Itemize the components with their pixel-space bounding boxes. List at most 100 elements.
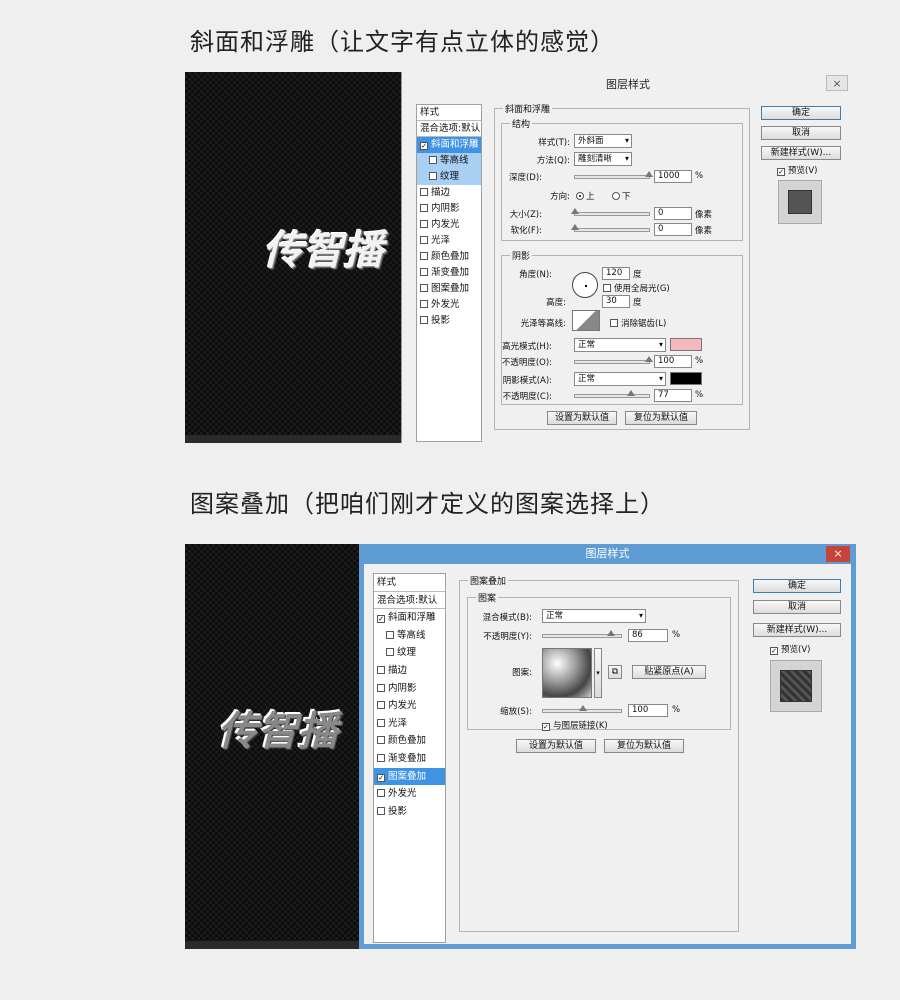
- style-list-header[interactable]: 样式: [417, 105, 481, 121]
- style-item-outer-glow[interactable]: 外发光: [417, 297, 481, 313]
- style-item-texture[interactable]: 纹理: [417, 169, 481, 185]
- style-item-drop-shadow[interactable]: 投影: [374, 803, 445, 821]
- shadow-color-swatch[interactable]: [670, 372, 702, 385]
- style-item-satin[interactable]: 光泽: [417, 233, 481, 249]
- size-slider[interactable]: [571, 208, 650, 216]
- pattern-dropdown-icon[interactable]: ▾: [594, 648, 602, 698]
- checkbox-icon[interactable]: [429, 156, 437, 164]
- depth-slider[interactable]: [574, 171, 653, 179]
- style-item-stroke[interactable]: 描边: [417, 185, 481, 201]
- new-preset-icon[interactable]: ⧉: [608, 665, 622, 679]
- angle-field[interactable]: 120: [602, 267, 630, 280]
- checkbox-icon[interactable]: [377, 683, 385, 692]
- checkbox-checked-icon[interactable]: ✓: [542, 723, 550, 731]
- checkbox-icon[interactable]: [377, 789, 385, 798]
- direction-up-option[interactable]: 上: [576, 190, 595, 202]
- close-button[interactable]: ×: [826, 75, 848, 91]
- slider-thumb-icon[interactable]: [579, 705, 587, 711]
- checkbox-icon[interactable]: [377, 736, 385, 745]
- preview-option[interactable]: ✓ 预览(V): [777, 164, 817, 176]
- cancel-button[interactable]: 取消: [761, 126, 841, 140]
- antialias-option[interactable]: 消除锯齿(L): [610, 317, 666, 329]
- style-item-inner-glow[interactable]: 内发光: [417, 217, 481, 233]
- checkbox-icon[interactable]: [420, 252, 428, 260]
- preview-option[interactable]: ✓ 预览(V): [770, 643, 810, 655]
- depth-field[interactable]: 1000: [654, 170, 692, 183]
- ok-button[interactable]: 确定: [761, 106, 841, 120]
- opacity-field-1[interactable]: 100: [654, 355, 692, 368]
- checkbox-icon[interactable]: [420, 188, 428, 196]
- style-item-satin[interactable]: 光泽: [374, 715, 445, 733]
- angle-dial-icon[interactable]: [572, 272, 598, 298]
- checkbox-checked-icon[interactable]: ✓: [377, 773, 385, 782]
- direction-down-option[interactable]: 下: [612, 190, 631, 202]
- slider-thumb-icon[interactable]: [571, 208, 579, 214]
- gloss-contour-picker[interactable]: [572, 310, 600, 331]
- slider-thumb-icon[interactable]: [627, 390, 635, 396]
- shadow-mode-select[interactable]: 正常: [574, 372, 666, 386]
- slider-thumb-icon[interactable]: [607, 630, 615, 636]
- link-with-layer-option[interactable]: ✓ 与图层链接(K): [542, 719, 608, 731]
- checkbox-icon[interactable]: [420, 316, 428, 324]
- size-field[interactable]: 0: [654, 207, 692, 220]
- style-item-contour[interactable]: 等高线: [417, 153, 481, 169]
- checkbox-icon[interactable]: [386, 630, 394, 639]
- checkbox-icon[interactable]: [420, 236, 428, 244]
- style-list-header[interactable]: 样式: [374, 574, 445, 592]
- style-item-gradient-overlay[interactable]: 渐变叠加: [374, 750, 445, 768]
- checkbox-icon[interactable]: [377, 665, 385, 674]
- opacity-field-2[interactable]: 77: [654, 389, 692, 402]
- checkbox-icon[interactable]: [610, 319, 618, 327]
- blend-mode-select[interactable]: 正常: [542, 609, 646, 623]
- style-item-pattern-overlay[interactable]: ✓ 图案叠加: [374, 767, 445, 786]
- style-item-bevel-emboss[interactable]: ✓ 斜面和浮雕: [417, 137, 481, 153]
- checkbox-checked-icon[interactable]: ✓: [777, 168, 785, 176]
- style-list-blend-options[interactable]: 混合选项:默认: [417, 121, 481, 137]
- new-style-button[interactable]: 新建样式(W)...: [753, 623, 841, 637]
- opacity-field[interactable]: 86: [628, 629, 668, 642]
- reset-default-button[interactable]: 复位为默认值: [625, 411, 697, 425]
- opacity-slider[interactable]: [542, 630, 622, 638]
- style-select[interactable]: 外斜面: [574, 134, 632, 148]
- checkbox-icon[interactable]: [420, 268, 428, 276]
- checkbox-icon[interactable]: [377, 753, 385, 762]
- radio-icon[interactable]: [612, 192, 620, 200]
- style-item-drop-shadow[interactable]: 投影: [417, 313, 481, 329]
- style-item-outer-glow[interactable]: 外发光: [374, 785, 445, 803]
- soften-slider[interactable]: [571, 224, 650, 232]
- checkbox-icon[interactable]: [420, 220, 428, 228]
- method-select[interactable]: 雕刻清晰: [574, 152, 632, 166]
- new-style-button[interactable]: 新建样式(W)...: [761, 146, 841, 160]
- ok-button[interactable]: 确定: [753, 579, 841, 593]
- soften-field[interactable]: 0: [654, 223, 692, 236]
- style-item-color-overlay[interactable]: 颜色叠加: [417, 249, 481, 265]
- checkbox-icon[interactable]: [603, 284, 611, 292]
- opacity-slider-2[interactable]: [574, 390, 650, 398]
- style-item-texture[interactable]: 纹理: [374, 644, 445, 662]
- checkbox-icon[interactable]: [386, 648, 394, 657]
- cancel-button[interactable]: 取消: [753, 600, 841, 614]
- style-item-bevel-emboss[interactable]: ✓ 斜面和浮雕: [374, 609, 445, 627]
- checkbox-icon[interactable]: [377, 718, 385, 727]
- slider-thumb-icon[interactable]: [645, 356, 653, 362]
- style-item-pattern-overlay[interactable]: 图案叠加: [417, 281, 481, 297]
- slider-thumb-icon[interactable]: [571, 224, 579, 230]
- slider-thumb-icon[interactable]: [645, 171, 653, 177]
- style-item-stroke[interactable]: 描边: [374, 662, 445, 680]
- highlight-color-swatch[interactable]: [670, 338, 702, 351]
- style-item-contour[interactable]: 等高线: [374, 627, 445, 645]
- checkbox-icon[interactable]: [420, 300, 428, 308]
- style-item-gradient-overlay[interactable]: 渐变叠加: [417, 265, 481, 281]
- scale-field[interactable]: 100: [628, 704, 668, 717]
- opacity-slider-1[interactable]: [574, 356, 653, 364]
- checkbox-checked-icon[interactable]: ✓: [420, 142, 428, 150]
- global-light-option[interactable]: 使用全局光(G): [603, 282, 670, 294]
- set-default-button[interactable]: 设置为默认值: [547, 411, 617, 425]
- set-default-button[interactable]: 设置为默认值: [516, 739, 596, 753]
- checkbox-icon[interactable]: [420, 204, 428, 212]
- radio-selected-icon[interactable]: [576, 192, 584, 200]
- style-item-inner-shadow[interactable]: 内阴影: [374, 680, 445, 698]
- style-item-inner-glow[interactable]: 内发光: [374, 697, 445, 715]
- highlight-mode-select[interactable]: 正常: [574, 338, 666, 352]
- checkbox-icon[interactable]: [377, 701, 385, 710]
